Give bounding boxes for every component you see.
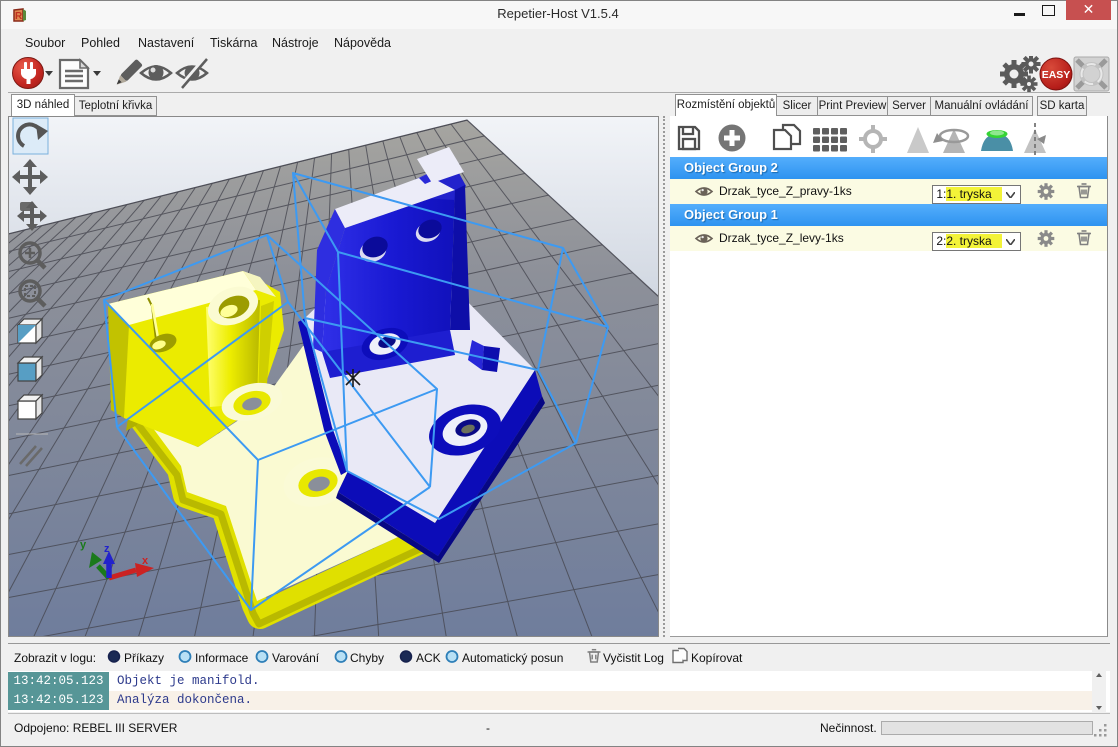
svg-text:R: R bbox=[15, 11, 23, 22]
svg-text:x: x bbox=[142, 555, 149, 567]
svg-text:EASY: EASY bbox=[1042, 69, 1071, 81]
svg-text:y: y bbox=[80, 539, 87, 551]
svg-text:z: z bbox=[104, 543, 110, 555]
